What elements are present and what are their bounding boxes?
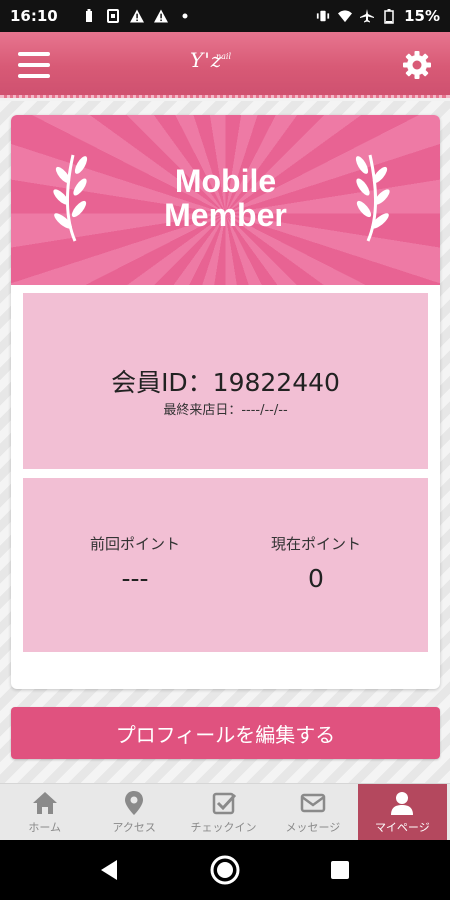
home-button-icon[interactable] — [209, 854, 241, 886]
status-bar: 16:10 15% — [0, 0, 450, 32]
nav-home-label: ホーム — [28, 821, 62, 834]
status-left: 16:10 — [10, 7, 192, 25]
nav-message-label: メッセージ — [285, 821, 341, 834]
battery-percent: 15% — [404, 7, 440, 25]
previous-points-value: --- — [121, 564, 149, 593]
member-card-hero: Mobile Member — [11, 115, 440, 285]
previous-points-label: 前回ポイント — [89, 535, 180, 553]
battery-icon — [382, 8, 396, 24]
user-icon — [391, 792, 414, 815]
map-pin-icon — [125, 791, 144, 815]
gear-icon[interactable] — [402, 50, 432, 80]
current-points-value: 0 — [308, 564, 324, 593]
nav-checkin[interactable]: チェックイン — [179, 784, 268, 840]
laurel-right-icon — [346, 149, 390, 245]
last-visit-date: 最終来店日：----/--/-- — [163, 403, 288, 418]
member-id-panel: 会員ID：19822440 最終来店日：----/--/-- — [23, 293, 428, 469]
current-points: 現在ポイント 0 — [226, 533, 406, 593]
notification-dot-icon — [178, 9, 192, 23]
member-card: Mobile Member 会員ID：19822440 最終来店日：----/-… — [11, 115, 440, 689]
checkbox-icon — [212, 792, 236, 815]
home-icon — [32, 792, 57, 814]
recents-icon[interactable] — [324, 854, 356, 886]
system-nav-bar — [0, 840, 450, 900]
wifi-icon — [338, 9, 353, 23]
nav-access-label: アクセス — [112, 821, 156, 834]
member-id: 会員ID：19822440 — [111, 368, 340, 397]
bottom-nav: ホーム アクセス チェックイン メッセージ マイページ — [0, 783, 450, 840]
points-panel: 前回ポイント --- 現在ポイント 0 — [23, 478, 428, 652]
menu-icon[interactable] — [18, 52, 50, 78]
nav-access[interactable]: アクセス — [89, 784, 178, 840]
nav-mypage[interactable]: マイページ — [357, 784, 448, 840]
app-header: Y'z nail — [0, 32, 450, 98]
current-points-label: 現在ポイント — [270, 535, 361, 553]
nav-mypage-label: マイページ — [374, 821, 430, 834]
brand-logo: Y'z nail — [190, 48, 260, 84]
previous-points: 前回ポイント --- — [45, 533, 225, 593]
nav-message[interactable]: メッセージ — [268, 784, 357, 840]
warning-icon — [129, 9, 144, 23]
brand-sub: nail — [216, 52, 232, 61]
envelope-icon — [300, 793, 326, 813]
edit-profile-button[interactable]: プロフィールを編集する — [11, 707, 440, 759]
nav-checkin-label: チェックイン — [190, 821, 257, 834]
status-right: 15% — [316, 7, 440, 25]
nav-home[interactable]: ホーム — [0, 784, 89, 840]
battery-small-icon — [82, 9, 96, 23]
sim-icon — [106, 9, 120, 23]
warning-icon — [153, 9, 168, 23]
vibrate-icon — [316, 9, 330, 23]
status-time: 16:10 — [10, 7, 58, 25]
back-icon[interactable] — [95, 854, 127, 886]
airplane-icon — [360, 9, 375, 23]
